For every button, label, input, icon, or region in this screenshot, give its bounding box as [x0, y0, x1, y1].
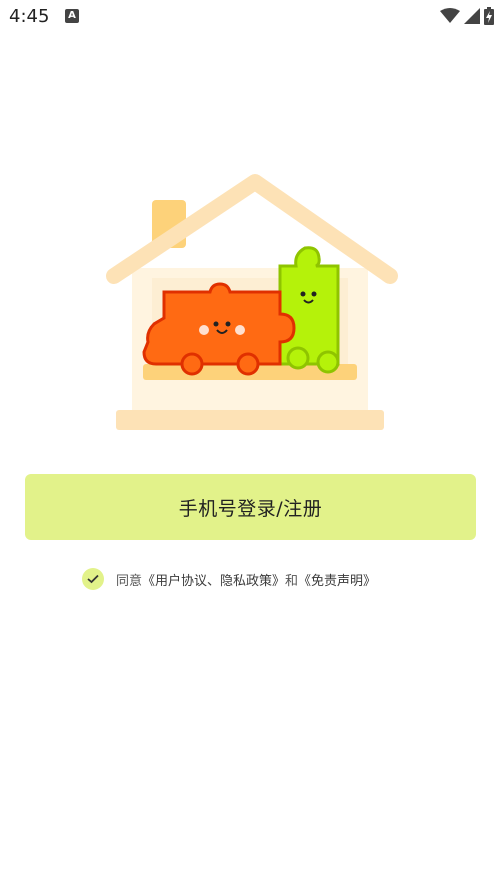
status-icons — [440, 6, 494, 26]
battery-charging-icon — [484, 7, 494, 25]
house-puzzle-illustration — [106, 174, 398, 430]
phone-login-register-button[interactable]: 手机号登录/注册 — [25, 474, 476, 540]
disclaimer-link[interactable]: 《免责声明》 — [298, 574, 376, 589]
green-puzzle-piece — [278, 246, 340, 374]
agreement-prefix: 同意 — [116, 573, 143, 589]
a-icon: A — [65, 9, 79, 23]
house-base — [116, 410, 384, 430]
check-icon — [87, 574, 99, 584]
red-puzzle-piece — [142, 282, 296, 376]
agreement-conjunction: 和 — [285, 573, 299, 589]
status-bar: 4:45 A — [0, 0, 500, 34]
status-time: 4:45 — [9, 6, 50, 27]
wifi-icon — [440, 8, 460, 23]
agreement-text: 同意《用户协议、隐私政策》和《免责声明》 — [116, 570, 376, 589]
agreement-row: 同意《用户协议、隐私政策》和《免责声明》 — [82, 568, 376, 590]
signal-icon — [464, 8, 480, 24]
terms-privacy-link[interactable]: 《用户协议、隐私政策》 — [142, 574, 285, 589]
agreement-checkbox[interactable] — [82, 568, 104, 590]
